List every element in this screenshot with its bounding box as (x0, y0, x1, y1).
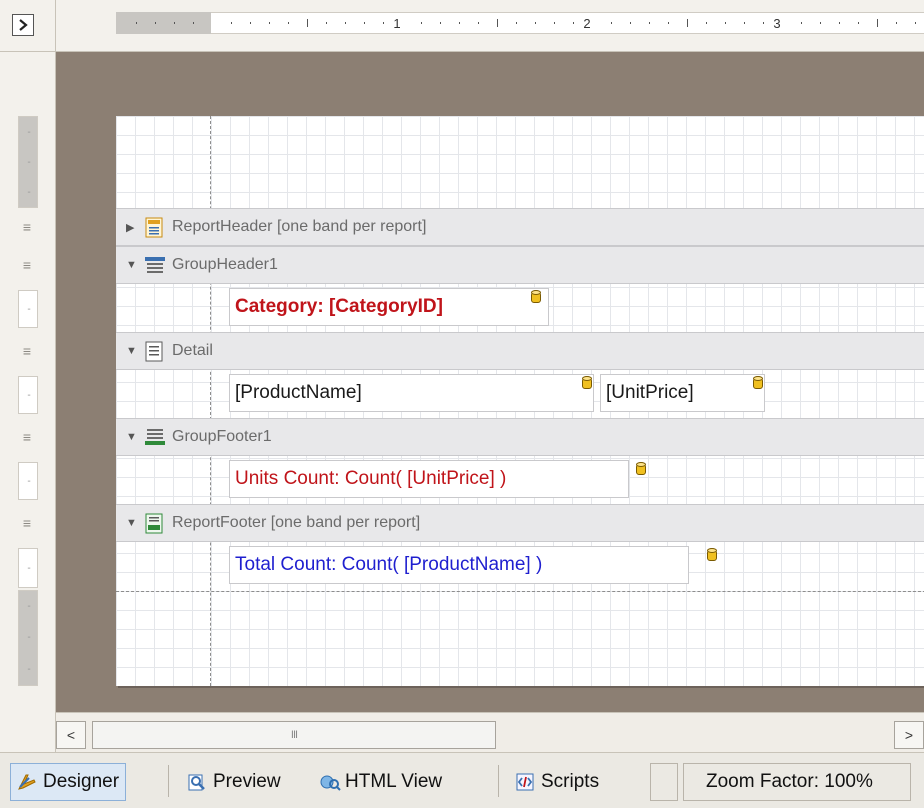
band-group-header[interactable]: ▼ GroupHeader1 (116, 246, 924, 284)
ruler-bottom-margin: --- (18, 590, 38, 686)
design-surface: ▶ ReportHeader [one band per report] ▼ G… (56, 52, 924, 712)
band-resize-grip[interactable]: ≡ (14, 344, 40, 358)
group-footer-body: Units Count: Count( [UnitPrice] ) (116, 456, 924, 504)
toggle-panel-button[interactable] (12, 14, 34, 36)
tab-label: Preview (213, 771, 281, 792)
database-icon (582, 376, 592, 390)
band-label: GroupFooter1 (172, 428, 272, 445)
ruler-segment: - (18, 548, 38, 588)
band-label: GroupHeader1 (172, 256, 278, 273)
report-header-icon (144, 216, 166, 238)
report-footer-icon (144, 512, 166, 534)
group-header-icon (144, 254, 166, 276)
ruler-number-2: 2 (583, 16, 590, 31)
ruler-number-3: 3 (773, 16, 780, 31)
band-label: ReportFooter [one band per report] (172, 514, 421, 531)
report-footer-body: Total Count: Count( [ProductName] ) (116, 542, 924, 590)
product-name-field[interactable]: [ProductName] (229, 374, 594, 412)
ruler-top-margin: --- (18, 116, 38, 208)
ruler-ticks: 1 2 3 (136, 16, 916, 31)
tab-separator (498, 765, 499, 797)
scroll-thumb[interactable]: III (92, 721, 496, 749)
expand-arrow-icon[interactable]: ▶ (126, 221, 142, 234)
view-tab-bar: Designer Preview HTML View Scripts Zoom … (0, 752, 924, 808)
category-field-text: Category: [CategoryID] (235, 296, 443, 317)
product-name-field-text: [ProductName] (235, 382, 362, 403)
collapse-arrow-icon[interactable]: ▼ (126, 517, 142, 529)
band-report-footer[interactable]: ▼ ReportFooter [one band per report] (116, 504, 924, 542)
unit-price-field[interactable]: [UnitPrice] (600, 374, 765, 412)
collapse-arrow-icon[interactable]: ▼ (126, 259, 142, 271)
collapse-arrow-icon[interactable]: ▼ (126, 431, 142, 443)
ruler-segment: - (18, 376, 38, 414)
database-icon (753, 376, 763, 390)
zoom-factor-status[interactable]: Zoom Factor: 100% (683, 763, 911, 801)
zoom-factor-label: Zoom Factor: 100% (706, 771, 873, 792)
tab-scripts[interactable]: Scripts (508, 763, 606, 801)
scroll-left-button[interactable]: < (56, 721, 86, 749)
tab-label: HTML View (345, 771, 443, 792)
report-designer: 1 2 3 --- ≡ ≡ - ≡ - ≡ - ≡ - --- ▶ Report… (0, 0, 924, 808)
collapse-arrow-icon[interactable]: ▼ (126, 345, 142, 357)
scroll-right-button[interactable]: > (894, 721, 924, 749)
band-label: ReportHeader [one band per report] (172, 218, 427, 235)
tab-designer[interactable]: Designer (10, 763, 127, 801)
chevron-right-icon (19, 19, 28, 31)
detail-icon (144, 340, 166, 362)
category-field[interactable]: Category: [CategoryID] (229, 288, 549, 326)
database-icon (707, 548, 717, 562)
report-page[interactable]: ▶ ReportHeader [one band per report] ▼ G… (116, 116, 924, 686)
total-count-field-text: Total Count: Count( [ProductName] ) (235, 554, 543, 575)
database-icon (531, 290, 541, 304)
ruler-corner (0, 0, 56, 52)
band-group-footer[interactable]: ▼ GroupFooter1 (116, 418, 924, 456)
band-report-header[interactable]: ▶ ReportHeader [one band per report] (116, 208, 924, 246)
html-view-icon (319, 772, 341, 792)
database-icon (636, 462, 646, 476)
designer-icon (17, 772, 37, 792)
units-count-field-text: Units Count: Count( [UnitPrice] ) (235, 468, 507, 489)
tab-label: Scripts (541, 771, 600, 792)
vertical-ruler: --- ≡ ≡ - ≡ - ≡ - ≡ - --- (0, 52, 56, 752)
band-label: Detail (172, 342, 213, 359)
band-detail[interactable]: ▼ Detail (116, 332, 924, 370)
ruler-segment: - (18, 462, 38, 500)
horizontal-scrollbar[interactable]: < III > (56, 712, 924, 752)
tab-preview[interactable]: Preview (180, 763, 288, 801)
band-resize-grip[interactable]: ≡ (14, 258, 40, 272)
band-resize-grip[interactable]: ≡ (14, 516, 40, 530)
detail-body: [ProductName] [UnitPrice] (116, 370, 924, 418)
tab-html-view[interactable]: HTML View (312, 763, 449, 801)
band-resize-grip[interactable]: ≡ (14, 220, 40, 234)
group-header-body: Category: [CategoryID] (116, 284, 924, 332)
ruler-segment: - (18, 290, 38, 328)
tab-label: Designer (43, 771, 120, 792)
ruler-number-1: 1 (393, 16, 400, 31)
group-footer-icon (144, 426, 166, 448)
units-count-field[interactable]: Units Count: Count( [UnitPrice] ) (229, 460, 629, 498)
status-panel-empty (650, 763, 678, 801)
tab-separator (168, 765, 169, 797)
scripts-icon (515, 772, 535, 792)
bottom-margin-line (116, 591, 924, 592)
unit-price-field-text: [UnitPrice] (606, 382, 694, 403)
preview-icon (187, 772, 207, 792)
band-resize-grip[interactable]: ≡ (14, 430, 40, 444)
horizontal-ruler: 1 2 3 (56, 0, 924, 52)
total-count-field[interactable]: Total Count: Count( [ProductName] ) (229, 546, 689, 584)
